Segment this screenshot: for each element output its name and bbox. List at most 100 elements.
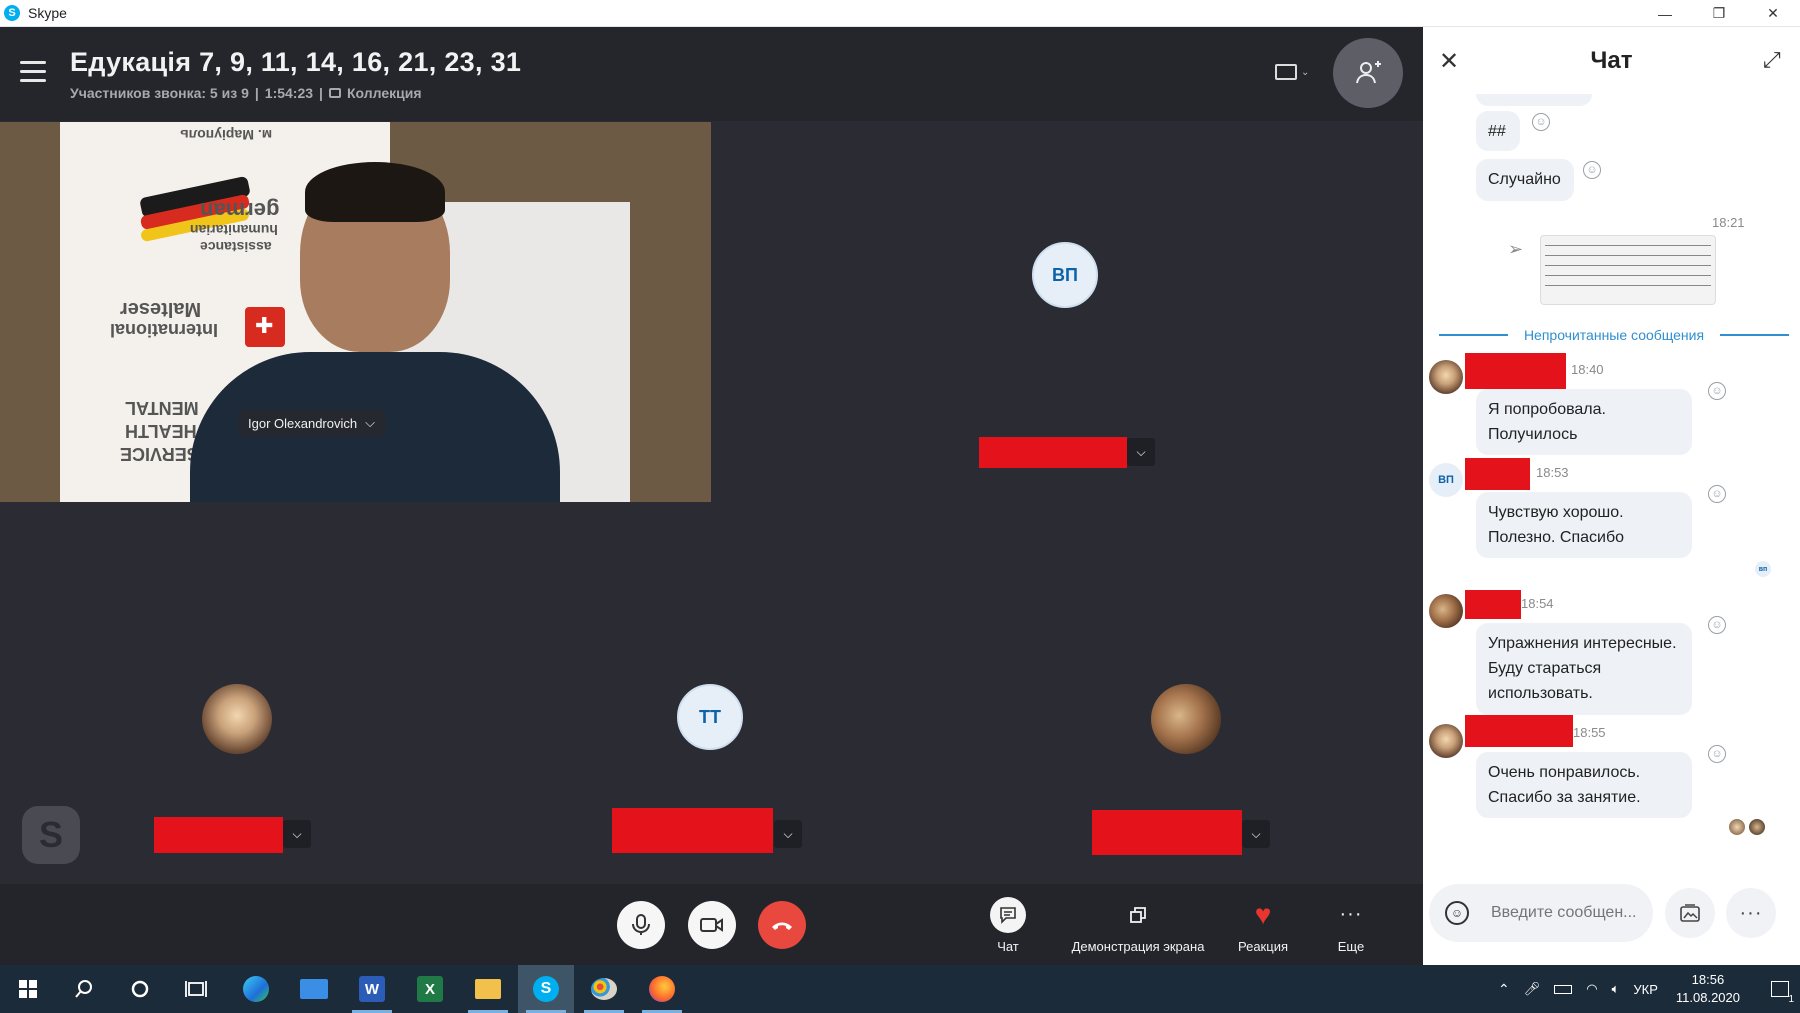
emoji-picker-icon[interactable]: ☺ [1445,901,1469,925]
close-window-button[interactable]: ✕ [1746,0,1800,27]
microphone-icon [632,914,650,935]
language-indicator[interactable]: УКР [1633,982,1658,997]
edge-app[interactable] [228,965,284,1013]
chevron-down-icon: ⌵ [1251,826,1261,841]
collection-link[interactable]: Коллекция [347,85,422,101]
paint-app[interactable] [576,965,632,1013]
more-options-button[interactable]: ··· [1726,888,1776,938]
video-tile-igor[interactable]: м. Маріуполь german humanitarian assista… [0,122,711,502]
notifications-button[interactable]: 1 [1760,965,1800,1013]
message-bubble[interactable]: Очень понравилось. Спасибо за занятие. [1476,752,1692,818]
media-gallery-button[interactable] [1665,888,1715,938]
participant-menu-button[interactable]: ⌵ [1242,820,1270,848]
react-smiley-icon[interactable]: ☺ [1708,382,1726,400]
call-duration: 1:54:23 [264,85,314,101]
call-header: Едукація 7, 9, 11, 14, 16, 21, 23, 31 Уч… [0,27,1423,121]
skype-app[interactable]: S [518,965,574,1013]
add-participants-button[interactable] [1333,38,1403,108]
message-bubble[interactable]: Чувствую хорошо. Полезно. Спасибо [1476,492,1692,558]
volume-icon[interactable]: 🔈︎ [1612,981,1620,997]
message-bubble[interactable]: Я попробовала. Получилось [1476,389,1692,455]
battery-icon[interactable] [1554,984,1573,994]
end-call-button[interactable] [758,901,806,949]
react-smiley-icon[interactable]: ☺ [1708,485,1726,503]
message-time: 18:54 [1521,596,1554,611]
message-line: использовать. [1488,685,1593,702]
clock-date: 11.08.2020 [1675,990,1740,1005]
message-line: Упражнения интересные. [1488,635,1677,652]
banner-line3: assistance [200,239,272,255]
sender-avatar-vp[interactable]: ВП [1429,463,1463,497]
sender-avatar[interactable] [1429,724,1463,758]
cortana-button[interactable] [112,965,168,1013]
excel-app[interactable]: X [402,965,458,1013]
participant-menu-button[interactable]: ⌵ [1127,438,1155,466]
message-bubble[interactable]: Случайно [1476,159,1574,201]
react-smiley-icon[interactable]: ☺ [1583,161,1601,179]
microphone-icon[interactable]: 🎤︎ [1524,981,1541,997]
mail-icon [300,979,328,999]
tile-participant-3[interactable]: ⌵ [949,502,1423,911]
tile-participant-tt[interactable]: ТТ ⌵ [474,502,949,911]
chat-control[interactable]: Чат [980,884,1036,966]
minimize-button[interactable]: — [1638,0,1692,27]
notification-count: 1 [1788,994,1794,1005]
compose-box[interactable]: ☺ [1429,884,1653,942]
layout-switch-button[interactable]: ⌄ [1275,57,1323,87]
microphone-button[interactable] [617,901,665,949]
task-view-icon [185,981,207,997]
window-title: Skype [28,5,67,21]
start-button[interactable] [0,965,56,1013]
chat-header: ✕ Чат ⤢ [1423,27,1800,97]
react-smiley-icon[interactable]: ☺ [1708,616,1726,634]
participant-name: Igor Olexandrovich [248,415,358,431]
file-explorer-app[interactable] [460,965,516,1013]
task-view-button[interactable] [168,965,224,1013]
message-time: 18:53 [1536,465,1569,480]
expand-icon[interactable]: ⤢ [1763,47,1781,73]
banner-mental2: HEALTH [125,421,197,441]
banner-line1: german [200,198,280,223]
clock-time: 18:56 [1691,972,1725,987]
react-smiley-icon[interactable]: ☺ [1708,745,1726,763]
redacted-name [979,437,1127,468]
participant-menu-button[interactable]: ⌵ [283,820,311,848]
clock[interactable]: 18:56 11.08.2020 [1676,971,1740,1007]
camera-button[interactable] [688,901,736,949]
call-subtitle: Участников звонка: 5 из 9 | 1:54:23 | Ко… [70,85,422,101]
screen-share-control[interactable]: Демонстрация экрана [1060,884,1216,966]
mail-app[interactable] [286,965,342,1013]
menu-icon[interactable] [20,61,46,82]
message-bubble[interactable]: Упражнения интересные. Буду стараться ис… [1476,623,1692,715]
participant-menu-button[interactable]: ⌵ [774,820,802,848]
window-titlebar: S Skype — ❐ ✕ [0,0,1800,27]
firefox-app[interactable] [634,965,690,1013]
message-text: ## [1488,123,1506,140]
message-bubble[interactable]: ## [1476,111,1520,151]
screen-share-icon [1120,897,1156,933]
image-attachment[interactable] [1540,235,1716,305]
message-input[interactable] [1491,904,1641,922]
message-text: Случайно [1488,171,1561,188]
search-icon [75,980,92,998]
word-app[interactable]: W [344,965,400,1013]
participant-name-pill[interactable]: Igor Olexandrovich ⌵ [238,410,385,436]
sender-avatar[interactable] [1429,360,1463,394]
react-smiley-icon[interactable]: ☺ [1532,113,1550,131]
folder-icon [475,979,501,999]
seen-by-avatar [1749,819,1765,835]
tile-vp[interactable]: ВП ⌵ [711,122,1423,502]
sender-avatar[interactable] [1429,594,1463,628]
chat-title: Чат [1590,47,1633,74]
search-button[interactable] [56,965,112,1013]
cortana-circle-icon [131,980,149,998]
restore-button[interactable]: ❐ [1692,0,1746,27]
more-control[interactable]: ··· Еще [1320,884,1382,966]
wifi-icon[interactable]: ◠ [1586,981,1597,997]
message-line: Я попробовала. [1488,401,1606,418]
reaction-control[interactable]: ♥ Реакция [1232,884,1294,966]
notification-icon [1771,981,1789,997]
participants-count: Участников звонка: 5 из 9 [70,85,249,101]
skype-icon: S [533,976,559,1002]
chevron-up-icon[interactable]: ⌃ [1498,981,1510,998]
